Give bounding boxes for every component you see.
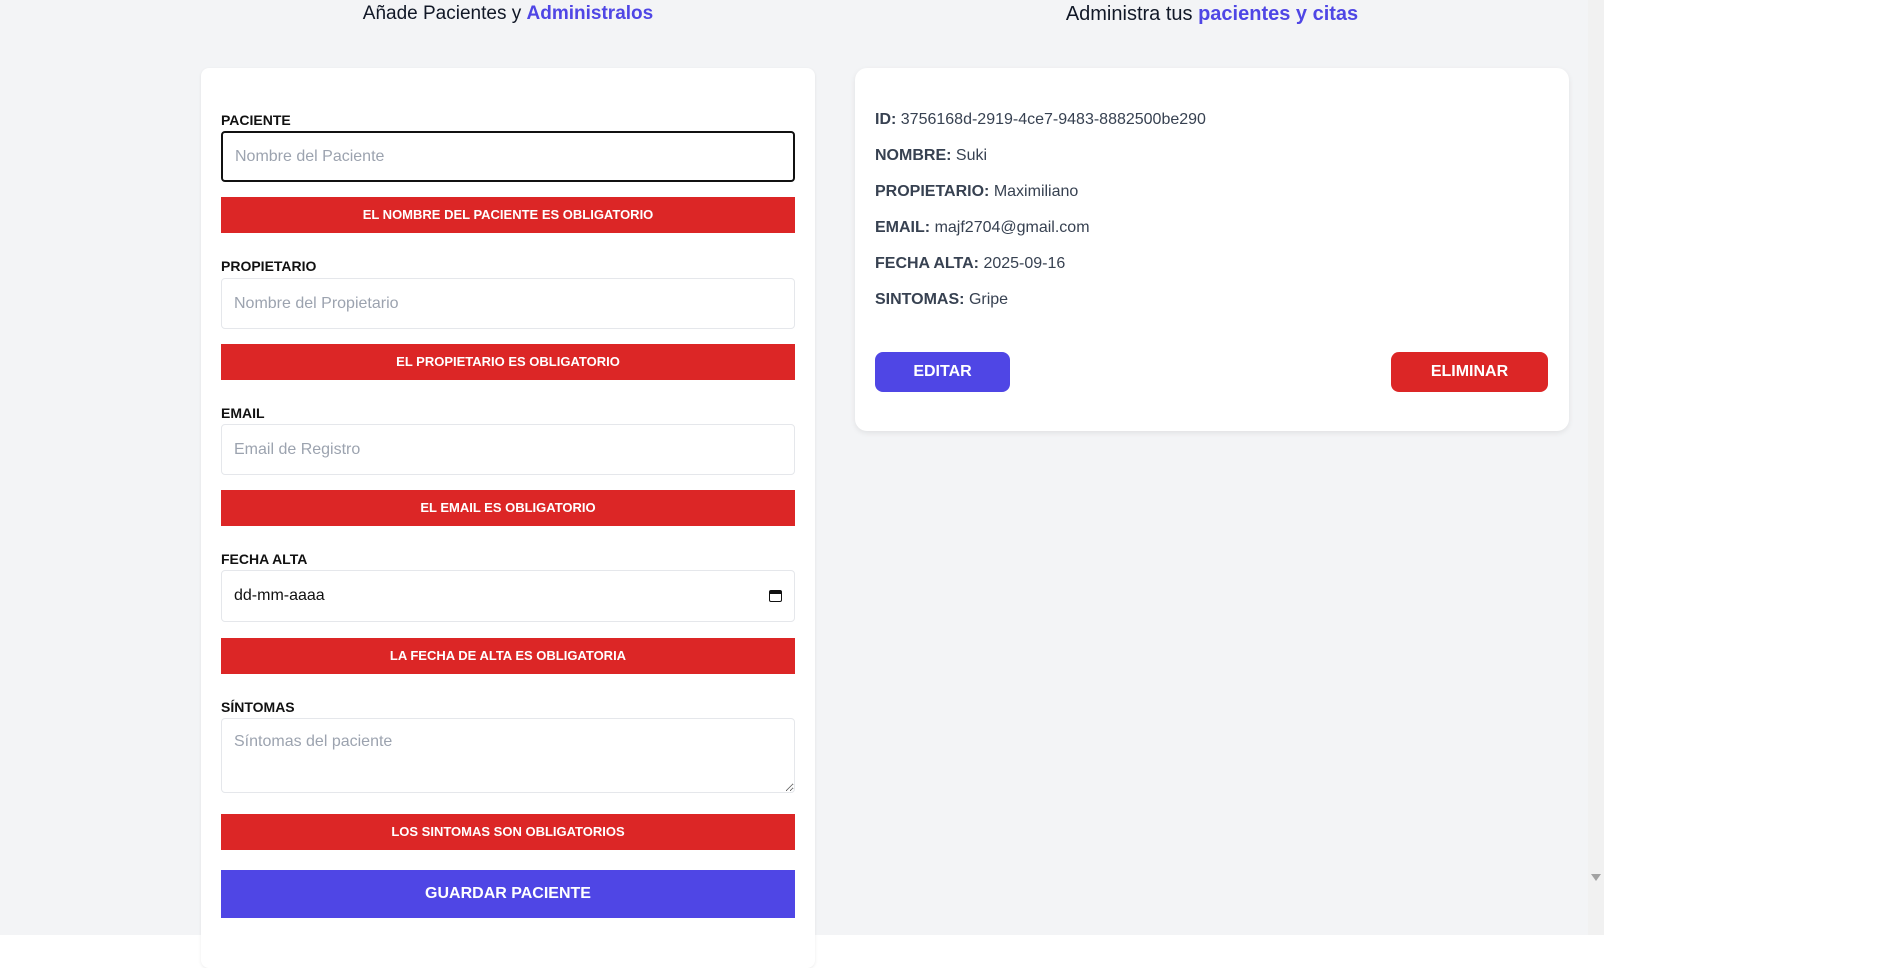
fecha-alta-input[interactable]: dd-mm-aaaa: [221, 570, 795, 622]
patient-fecha-value: 2025-09-16: [983, 255, 1066, 272]
scroll-down-arrow-icon[interactable]: [1591, 874, 1601, 881]
patient-propietario-value: Maximiliano: [993, 183, 1079, 200]
patient-form: Paciente El nombre del paciente es oblig…: [201, 68, 815, 968]
patient-sintomas-row: Sintomas: Gripe: [875, 291, 1008, 309]
email-input[interactable]: [221, 424, 795, 475]
sintomas-textarea[interactable]: [221, 718, 795, 793]
calendar-icon[interactable]: [769, 590, 782, 602]
patient-id-value: 3756168d-2919-4ce7-9483-8882500be290: [900, 111, 1206, 128]
propietario-input[interactable]: [221, 278, 795, 329]
guardar-paciente-button[interactable]: Guardar Paciente: [221, 870, 795, 918]
list-header: Administra tus pacientes y citas: [855, 3, 1569, 26]
propietario-label: Propietario: [221, 258, 317, 274]
list-header-prefix: Administra tus: [1065, 3, 1193, 25]
propietario-error: El propietario es obligatorio: [221, 344, 795, 380]
patient-card: ID: 3756168d-2919-4ce7-9483-8882500be290…: [855, 68, 1569, 431]
patient-email-row: Email: majf2704@gmail.com: [875, 219, 1090, 237]
paciente-input[interactable]: [221, 131, 795, 182]
patient-fecha-key: Fecha Alta:: [875, 255, 979, 272]
paciente-label: Paciente: [221, 112, 291, 128]
paciente-error: El nombre del paciente es obligatorio: [221, 197, 795, 233]
patient-id-key: ID:: [875, 111, 897, 128]
sintomas-label: Síntomas: [221, 699, 295, 715]
list-header-accent: pacientes y citas: [1198, 3, 1359, 25]
patient-nombre-value: Suki: [955, 147, 988, 164]
editar-button[interactable]: Editar: [875, 352, 1010, 392]
sintomas-error: Los sintomas son obligatorios: [221, 814, 795, 850]
patient-email-key: Email:: [875, 219, 931, 236]
email-label: Email: [221, 405, 265, 421]
page-scrollbar[interactable]: [1588, 0, 1604, 935]
fecha-alta-placeholder: dd-mm-aaaa: [234, 587, 325, 604]
patient-propietario-key: Propietario:: [875, 183, 990, 200]
patient-propietario-row: Propietario: Maximiliano: [875, 183, 1078, 201]
form-header-prefix: Añade Pacientes y: [362, 3, 522, 24]
form-header-accent: Administralos: [526, 3, 654, 24]
eliminar-button[interactable]: Eliminar: [1391, 352, 1548, 392]
patient-id-row: ID: 3756168d-2919-4ce7-9483-8882500be290: [875, 111, 1206, 129]
app-viewport: Añade Pacientes y Administralos Administ…: [0, 0, 1588, 968]
patient-nombre-row: Nombre: Suki: [875, 147, 987, 165]
email-error: El email es obligatorio: [221, 490, 795, 526]
patient-sintomas-value: Gripe: [968, 291, 1009, 308]
fecha-alta-error: La fecha de alta es obligatoria: [221, 638, 795, 674]
patient-nombre-key: Nombre:: [875, 147, 952, 164]
patient-fecha-row: Fecha Alta: 2025-09-16: [875, 255, 1065, 273]
form-header: Añade Pacientes y Administralos: [201, 3, 815, 25]
patient-email-value: majf2704@gmail.com: [934, 219, 1090, 236]
fecha-alta-label: Fecha Alta: [221, 551, 308, 567]
patient-sintomas-key: Sintomas:: [875, 291, 965, 308]
